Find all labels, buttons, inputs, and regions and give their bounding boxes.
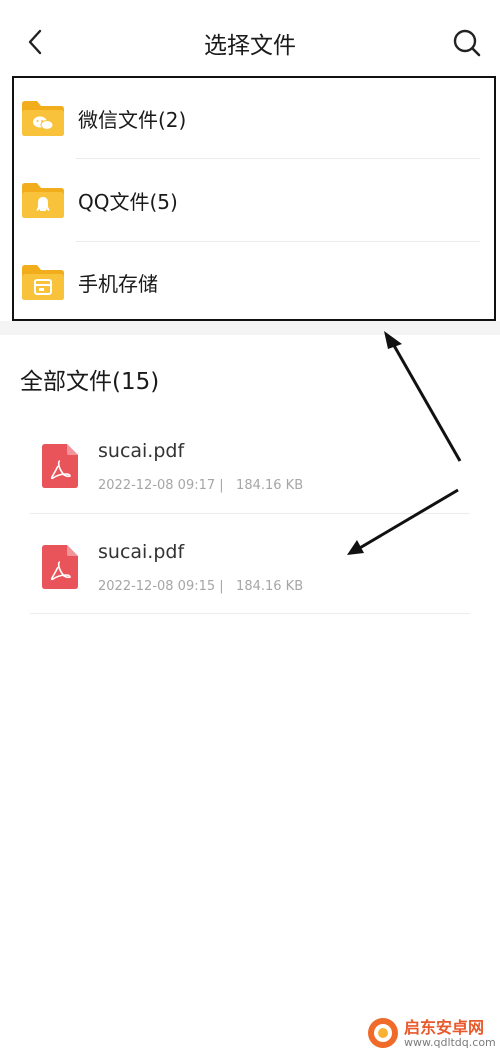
wechat-folder-icon (22, 101, 64, 136)
file-name: sucai.pdf (98, 541, 185, 563)
section-separator (0, 321, 500, 335)
file-name: sucai.pdf (98, 440, 185, 462)
watermark: 启东安卓网 www.qdltdq.com (366, 1012, 496, 1052)
file-row[interactable]: sucai.pdf 2022-12-08 09:17 | 184.16 KB (30, 412, 470, 512)
pdf-file-icon (42, 545, 78, 589)
pdf-file-icon (42, 444, 78, 488)
file-picker-screen: 选择文件 微信文件(2) QQ文件(5) 手机存储 全部文件(15) sucai… (0, 0, 500, 1056)
search-icon (453, 29, 481, 57)
file-sources-list: 微信文件(2) QQ文件(5) 手机存储 (12, 76, 496, 321)
source-item-qq[interactable]: QQ文件(5) (14, 160, 494, 242)
page-title: 选择文件 (204, 33, 296, 59)
file-meta: 2022-12-08 09:15 | 184.16 KB (98, 579, 304, 594)
all-files-title: 全部文件(15) (20, 369, 160, 395)
source-label: 微信文件(2) (78, 108, 187, 132)
qq-folder-icon (22, 183, 64, 218)
source-label: QQ文件(5) (78, 190, 178, 214)
divider (30, 613, 470, 614)
source-item-wechat[interactable]: 微信文件(2) (14, 78, 494, 160)
divider (76, 158, 480, 159)
file-meta: 2022-12-08 09:17 | 184.16 KB (98, 478, 304, 493)
search-button[interactable] (450, 26, 484, 60)
file-row[interactable]: sucai.pdf 2022-12-08 09:15 | 184.16 KB (30, 513, 470, 613)
header-bar: 选择文件 (0, 0, 500, 78)
watermark-name: 启东安卓网 (404, 1018, 485, 1037)
watermark-url: www.qdltdq.com (404, 1036, 496, 1049)
watermark-logo-icon (368, 1018, 398, 1048)
source-label: 手机存储 (78, 272, 158, 296)
phone-storage-folder-icon (22, 265, 64, 300)
source-item-phone-storage[interactable]: 手机存储 (14, 242, 494, 324)
